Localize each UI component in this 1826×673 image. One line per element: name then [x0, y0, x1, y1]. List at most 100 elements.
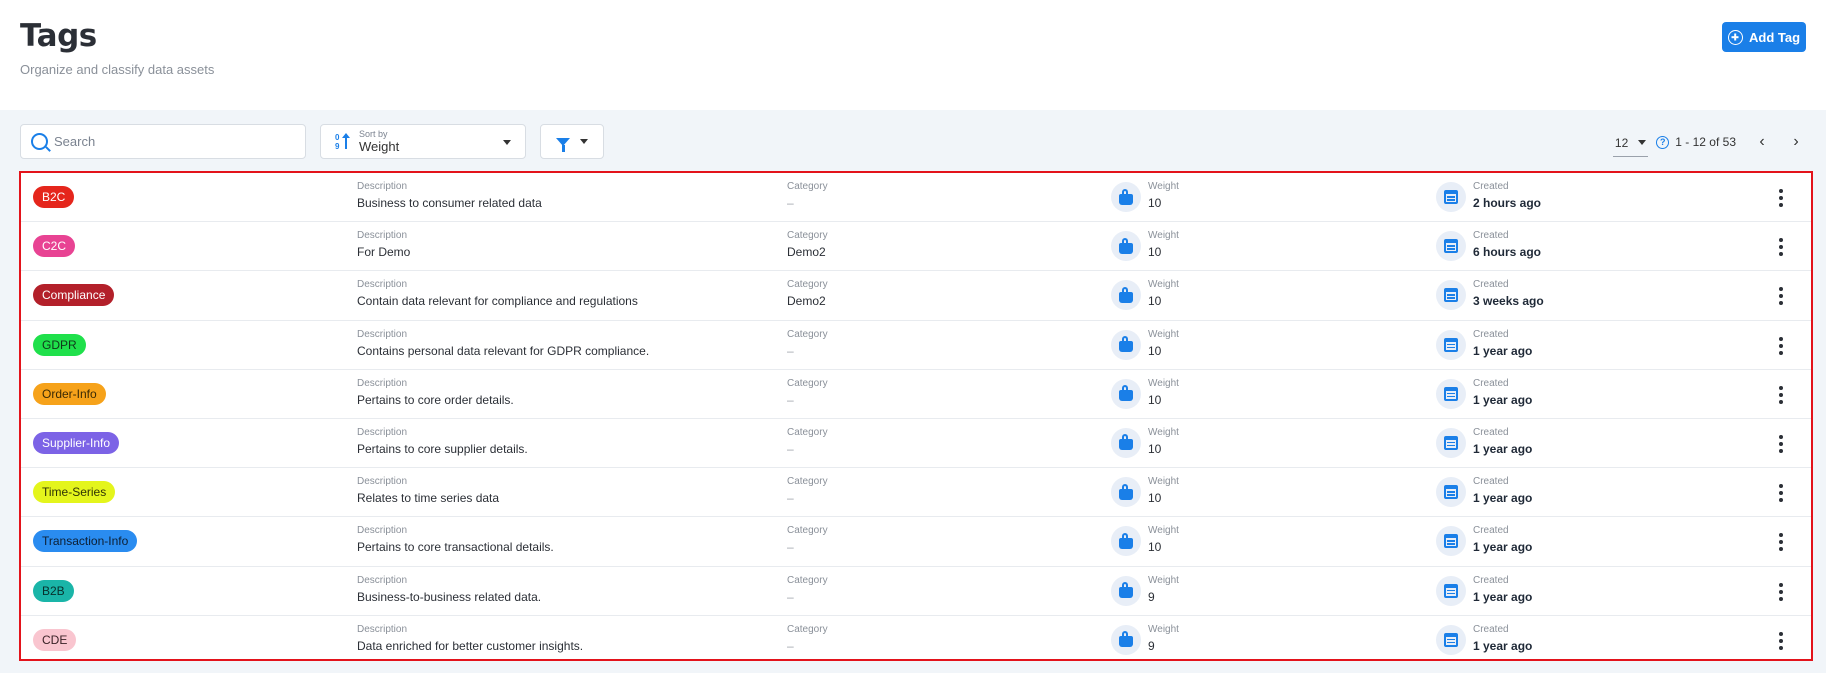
- created-label: Created: [1473, 377, 1509, 389]
- chevron-down-icon: [1638, 140, 1647, 145]
- category-label: Category: [787, 279, 828, 291]
- weight-value: 10: [1148, 294, 1162, 309]
- weight-value: 9: [1148, 589, 1155, 604]
- category-cell: Category Demo2: [787, 279, 828, 310]
- tag-row[interactable]: Compliance Description Contain data rele…: [21, 271, 1811, 321]
- next-page-button[interactable]: ›: [1786, 133, 1806, 151]
- tag-badge[interactable]: Order-Info: [33, 382, 106, 405]
- add-tag-button[interactable]: Add Tag: [1722, 22, 1806, 52]
- created-label: Created: [1473, 623, 1509, 635]
- weight-label: Weight: [1148, 377, 1179, 389]
- more-options-icon[interactable]: [1779, 238, 1783, 257]
- created-value: 1 year ago: [1473, 343, 1533, 358]
- more-options-icon[interactable]: [1779, 336, 1783, 355]
- page-size-value: 12: [1614, 135, 1629, 150]
- search-box[interactable]: [20, 124, 306, 159]
- description-cell: Description Pertains to core supplier de…: [357, 427, 528, 458]
- created-label: Created: [1473, 328, 1509, 340]
- page-size-select[interactable]: 12: [1612, 128, 1649, 157]
- tag-badge[interactable]: CDE: [33, 628, 77, 651]
- category-cell: Category Demo2: [787, 230, 828, 261]
- help-icon[interactable]: ?: [1656, 135, 1670, 149]
- weight-value: 10: [1148, 196, 1162, 210]
- tag-badge[interactable]: GDPR: [33, 333, 86, 356]
- created-cell: Created 2 hours ago: [1473, 181, 1541, 212]
- description-value: Business-to-business related data.: [357, 589, 542, 604]
- more-options-icon[interactable]: [1779, 533, 1783, 552]
- description-cell: Description Pertains to core order detai…: [357, 378, 514, 409]
- calendar-icon: [1436, 231, 1466, 262]
- toolbar: 09 Sort by Weight 12 ? 1 - 12 of 53 ‹ ›: [20, 124, 1806, 160]
- more-options-icon[interactable]: [1779, 631, 1783, 650]
- weight-label: Weight: [1148, 623, 1179, 635]
- tag-row[interactable]: Transaction-Info Description Pertains to…: [21, 517, 1811, 567]
- description-cell: Description Business to consumer related…: [357, 181, 542, 212]
- more-options-icon[interactable]: [1779, 484, 1783, 503]
- description-cell: Description For Demo: [357, 230, 410, 261]
- description-value: Business to consumer related data: [357, 196, 542, 210]
- tag-row[interactable]: CDE Description Data enriched for better…: [21, 616, 1811, 665]
- tag-badge[interactable]: B2C: [33, 186, 75, 208]
- tag-badge[interactable]: Supplier-Info: [33, 431, 120, 454]
- calendar-icon: [1436, 280, 1466, 311]
- created-cell: Created 6 hours ago: [1473, 230, 1541, 261]
- tag-badge[interactable]: B2B: [33, 579, 74, 602]
- tag-row[interactable]: Time-Series Description Relates to time …: [21, 468, 1811, 518]
- description-label: Description: [357, 574, 408, 586]
- tag-badge[interactable]: Transaction-Info: [33, 530, 138, 553]
- more-options-icon[interactable]: [1779, 287, 1783, 306]
- search-icon: [31, 133, 48, 150]
- category-cell: Category –: [787, 329, 828, 360]
- more-options-icon[interactable]: [1779, 434, 1783, 453]
- tag-row[interactable]: Order-Info Description Pertains to core …: [21, 370, 1811, 419]
- created-cell: Created 3 weeks ago: [1473, 279, 1544, 310]
- weight-icon: [1111, 182, 1141, 212]
- created-value: 6 hours ago: [1473, 245, 1542, 260]
- tag-row[interactable]: Supplier-Info Description Pertains to co…: [21, 419, 1811, 469]
- description-value: For Demo: [357, 245, 411, 260]
- tag-row[interactable]: C2C Description For Demo Category Demo2 …: [21, 222, 1811, 272]
- description-label: Description: [357, 426, 408, 438]
- tag-row[interactable]: B2C Description Business to consumer rel…: [21, 173, 1811, 223]
- category-label: Category: [787, 181, 828, 192]
- weight-icon: [1111, 378, 1141, 409]
- created-value: 1 year ago: [1473, 441, 1533, 456]
- description-cell: Description Contains personal data relev…: [357, 329, 649, 360]
- weight-value: 10: [1148, 491, 1162, 506]
- created-value: 1 year ago: [1473, 540, 1533, 555]
- tag-badge[interactable]: C2C: [33, 235, 76, 258]
- weight-cell: Weight 10: [1148, 230, 1179, 261]
- weight-label: Weight: [1148, 328, 1179, 340]
- tag-row[interactable]: GDPR Description Contains personal data …: [21, 321, 1811, 370]
- category-value: –: [787, 589, 794, 604]
- more-options-icon[interactable]: [1779, 385, 1783, 404]
- search-input[interactable]: [54, 134, 274, 149]
- category-value: –: [787, 343, 794, 358]
- weight-value: 9: [1148, 638, 1155, 653]
- more-options-icon[interactable]: [1779, 189, 1783, 207]
- created-value: 1 year ago: [1473, 589, 1533, 604]
- description-cell: Description Pertains to core transaction…: [357, 525, 554, 556]
- category-label: Category: [787, 623, 828, 635]
- sort-value: Weight: [359, 139, 400, 154]
- description-label: Description: [357, 279, 408, 291]
- prev-page-button[interactable]: ‹: [1752, 133, 1772, 151]
- category-value: Demo2: [787, 245, 826, 260]
- sort-dropdown[interactable]: 09 Sort by Weight: [320, 124, 526, 159]
- created-label: Created: [1473, 574, 1509, 586]
- weight-label: Weight: [1148, 426, 1179, 438]
- calendar-icon: [1436, 378, 1466, 409]
- filter-button[interactable]: [540, 124, 604, 159]
- tag-badge[interactable]: Time-Series: [33, 481, 116, 504]
- weight-label: Weight: [1148, 279, 1179, 291]
- more-options-icon[interactable]: [1779, 582, 1783, 601]
- page-range: 1 - 12 of 53: [1675, 135, 1736, 149]
- weight-cell: Weight 10: [1148, 329, 1179, 360]
- weight-cell: Weight 9: [1148, 624, 1179, 655]
- sort-label: Sort by: [359, 129, 388, 139]
- weight-value: 10: [1148, 540, 1162, 555]
- weight-value: 10: [1148, 343, 1162, 358]
- tag-badge[interactable]: Compliance: [33, 284, 115, 307]
- tag-row[interactable]: B2B Description Business-to-business rel…: [21, 567, 1811, 616]
- weight-value: 10: [1148, 392, 1162, 407]
